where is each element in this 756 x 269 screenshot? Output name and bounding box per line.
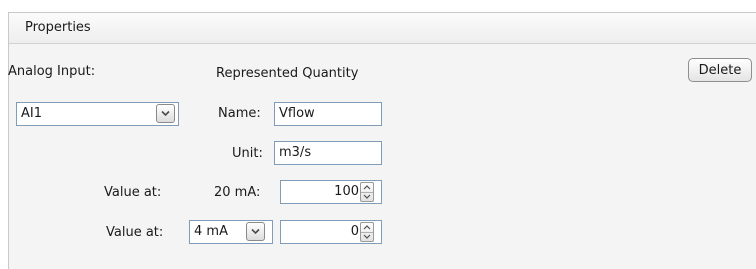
value-at-label-1: Value at: [104, 185, 162, 200]
unit-input[interactable]: m3/s [274, 141, 382, 165]
value-20ma-spinner[interactable] [360, 182, 374, 202]
analog-input-dropdown-button[interactable] [156, 104, 175, 123]
current-select-value: 4 mA [194, 224, 228, 239]
panel-title: Properties [25, 20, 91, 35]
caret-up-icon [363, 185, 371, 190]
unit-label: Unit: [232, 146, 263, 161]
current-20ma-label: 20 mA: [214, 185, 261, 200]
caret-up-icon [363, 225, 371, 230]
delete-button[interactable]: Delete [688, 58, 752, 82]
spinner-down-button[interactable] [361, 233, 373, 242]
chevron-down-icon [251, 228, 260, 235]
panel-header: Properties [9, 13, 756, 44]
caret-down-icon [363, 194, 371, 199]
value-20ma-value: 100 [334, 184, 359, 199]
analog-input-select[interactable]: AI1 [16, 102, 179, 126]
represented-quantity-heading: Represented Quantity [216, 66, 359, 81]
analog-input-label: Analog Input: [8, 64, 96, 79]
name-input-value: Vflow [279, 106, 315, 121]
current-dropdown-button[interactable] [246, 222, 265, 241]
analog-input-value: AI1 [21, 106, 42, 121]
unit-input-value: m3/s [279, 145, 312, 160]
value-at-label-2: Value at: [106, 225, 164, 240]
name-input[interactable]: Vflow [274, 102, 382, 126]
value-4ma-value: 0 [350, 224, 359, 239]
caret-down-icon [363, 234, 371, 239]
spinner-down-button[interactable] [361, 193, 373, 202]
spinner-up-button[interactable] [361, 223, 373, 233]
name-label: Name: [218, 106, 261, 121]
value-4ma-spinner[interactable] [360, 222, 374, 242]
spinner-up-button[interactable] [361, 183, 373, 193]
chevron-down-icon [161, 110, 170, 117]
